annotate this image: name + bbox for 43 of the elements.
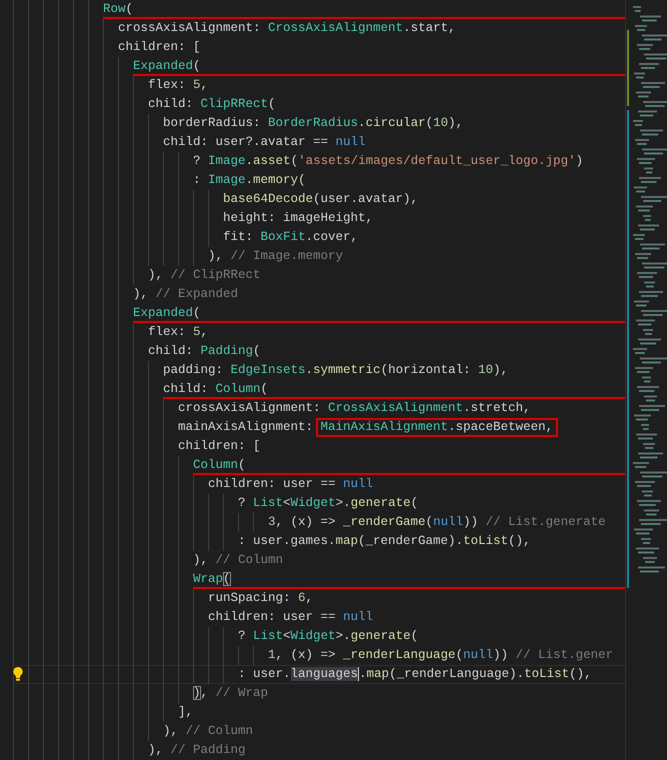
code-line: padding: EdgeInsets.symmetric(horizontal: 10), (163, 362, 508, 379)
code-line: Expanded( (133, 58, 201, 75)
code-line: mainAxisAlignment: (178, 419, 314, 436)
code-line: children: [ (178, 438, 261, 455)
code-line: Row( (103, 1, 134, 18)
code-line: ), // Column (193, 552, 284, 569)
code-line: borderRadius: BorderRadius.circular(10), (163, 115, 464, 132)
code-line: runSpacing: 6, (208, 590, 314, 607)
code-line: ? List<Widget>.generate( (238, 628, 418, 645)
code-line: Expanded( (133, 305, 201, 322)
code-line: child: user?.avatar == null (163, 134, 366, 151)
code-line: ), // ClipRRect (148, 267, 261, 284)
code-line: : user.games.map(_renderGame).toList(), (238, 533, 531, 550)
code-line: children: user == null (208, 476, 374, 493)
minimap-drawing[interactable] (625, 0, 667, 760)
code-line: ), // Expanded (133, 286, 238, 303)
code-line: Wrap( (193, 571, 231, 588)
code-line: 1, (x) => _renderLanguage(null)) // List.gener (268, 647, 614, 664)
code-line: crossAxisAlignment: CrossAxisAlignment.stretch, (178, 400, 531, 417)
code-line: 3, (x) => _renderGame(null)) // List.generate (268, 514, 606, 531)
code-line: ), // Padding (148, 742, 246, 759)
code-line: flex: 5, (148, 324, 208, 341)
code-line: ), // Column (163, 723, 254, 740)
code-line: fit: BoxFit.cover, (223, 229, 358, 246)
lightbulb-icon[interactable] (12, 666, 24, 682)
code-line: height: imageHeight, (223, 210, 374, 227)
code-line: ), // Image.memory (208, 248, 344, 265)
annotation-box: MainAxisAlignment.spaceBetween, (318, 420, 556, 435)
code-line: ), // Wrap (193, 685, 268, 702)
code-line: child: Padding( (148, 343, 261, 360)
code-line: : Image.memory( (193, 172, 306, 189)
code-line: children: user == null (208, 609, 374, 626)
code-line: Column( (193, 457, 246, 474)
code-line: ? Image.asset('assets/images/default_user_logo.jpg') (193, 153, 584, 170)
code-line: ], (178, 704, 194, 721)
code-line: base64Decode(user.avatar), (223, 191, 418, 208)
code-line: child: Column( (163, 381, 268, 398)
code-line: children: [ (118, 39, 201, 56)
code-line: : user.languages.map(_renderLanguage).toList(), (238, 666, 592, 683)
code-line: crossAxisAlignment: CrossAxisAlignment.start, (118, 20, 456, 37)
code-line: flex: 5, (148, 77, 208, 94)
code-line: child: ClipRRect( (148, 96, 276, 113)
code-line: ? List<Widget>.generate( (238, 495, 418, 512)
